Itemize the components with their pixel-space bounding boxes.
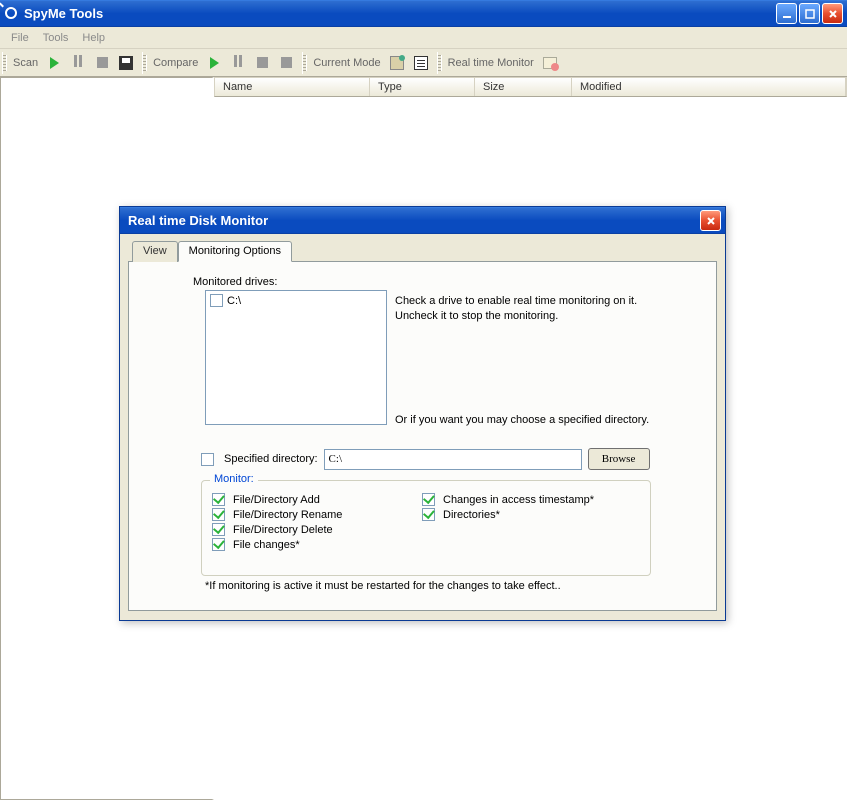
registry-icon	[390, 56, 404, 70]
footnote: *If monitoring is active it must be rest…	[205, 580, 561, 592]
tab-monitoring-options[interactable]: Monitoring Options	[178, 241, 292, 262]
checkbox[interactable]	[212, 493, 225, 506]
pause-icon	[233, 55, 243, 70]
browse-button[interactable]: Browse	[588, 448, 650, 470]
compare-pause-button[interactable]	[227, 52, 249, 74]
scan-pause-button[interactable]	[67, 52, 89, 74]
stop-icon	[97, 57, 108, 68]
compare-stop-button[interactable]	[251, 52, 273, 74]
col-modified[interactable]: Modified	[572, 78, 846, 96]
close-button[interactable]	[822, 3, 843, 24]
help-text-1: Check a drive to enable real time monito…	[395, 294, 675, 324]
pause-icon	[73, 55, 83, 70]
monitor-fieldset: Monitor: File/Directory Add Changes in a…	[201, 480, 651, 576]
checkbox[interactable]	[212, 508, 225, 521]
checkbox[interactable]	[212, 523, 225, 536]
monitor-legend: Monitor:	[210, 473, 258, 485]
app-icon	[4, 6, 20, 22]
tab-view[interactable]: View	[132, 241, 178, 262]
scan-save-button[interactable]	[115, 52, 137, 74]
current-mode-label: Current Mode	[313, 57, 380, 69]
menu-tools[interactable]: Tools	[36, 29, 76, 47]
play-icon	[210, 57, 219, 69]
checkbox[interactable]	[422, 508, 435, 521]
drives-listbox[interactable]: C:\	[205, 290, 387, 425]
drive-label: C:\	[227, 295, 241, 307]
mode-disk-button[interactable]	[410, 52, 432, 74]
mon-add[interactable]: File/Directory Add	[212, 493, 412, 506]
minimize-button[interactable]	[776, 3, 797, 24]
scan-play-button[interactable]	[43, 52, 65, 74]
save-icon	[119, 56, 133, 70]
monitor-icon	[543, 57, 557, 69]
maximize-button[interactable]	[799, 3, 820, 24]
list-header: Name Type Size Modified	[214, 77, 847, 97]
dialog-title: Real time Disk Monitor	[124, 213, 698, 228]
col-size[interactable]: Size	[475, 78, 572, 96]
scan-label: Scan	[13, 57, 38, 69]
stop-icon	[257, 57, 268, 68]
mode-registry-button[interactable]	[386, 52, 408, 74]
mon-dirs[interactable]: Directories*	[422, 508, 642, 521]
rtm-button[interactable]	[539, 52, 561, 74]
help-text-2: Or if you want you may choose a specifie…	[395, 414, 649, 426]
specified-dir-input[interactable]	[324, 449, 582, 470]
toolbar: Scan Compare Current Mode Real time Moni…	[0, 49, 847, 77]
monitored-drives-label: Monitored drives:	[193, 276, 277, 288]
mon-delete[interactable]: File/Directory Delete	[212, 523, 412, 536]
mon-rename[interactable]: File/Directory Rename	[212, 508, 412, 521]
drive-item[interactable]: C:\	[208, 293, 384, 308]
col-name[interactable]: Name	[215, 78, 370, 96]
menu-file[interactable]: File	[4, 29, 36, 47]
rtm-label: Real time Monitor	[448, 57, 534, 69]
window-title: SpyMe Tools	[24, 6, 774, 21]
checkbox[interactable]	[212, 538, 225, 551]
drive-checkbox[interactable]	[210, 294, 223, 307]
mon-filechanges[interactable]: File changes*	[212, 538, 412, 551]
mon-access[interactable]: Changes in access timestamp*	[422, 493, 642, 506]
col-type[interactable]: Type	[370, 78, 475, 96]
compare-play-button[interactable]	[203, 52, 225, 74]
specified-dir-label: Specified directory:	[224, 453, 318, 465]
rtm-dialog: Real time Disk Monitor View Monitoring O…	[119, 206, 726, 621]
compare-label: Compare	[153, 57, 198, 69]
compare-stop2-button[interactable]	[275, 52, 297, 74]
play-icon	[50, 57, 59, 69]
dialog-titlebar[interactable]: Real time Disk Monitor	[120, 207, 725, 234]
checkbox[interactable]	[422, 493, 435, 506]
dialog-close-button[interactable]	[700, 210, 721, 231]
list-icon	[414, 56, 428, 70]
specified-dir-checkbox[interactable]	[201, 453, 214, 466]
scan-stop-button[interactable]	[91, 52, 113, 74]
menu-help[interactable]: Help	[75, 29, 112, 47]
menubar: File Tools Help	[0, 27, 847, 49]
stop-icon	[281, 57, 292, 68]
main-titlebar: SpyMe Tools	[0, 0, 847, 27]
